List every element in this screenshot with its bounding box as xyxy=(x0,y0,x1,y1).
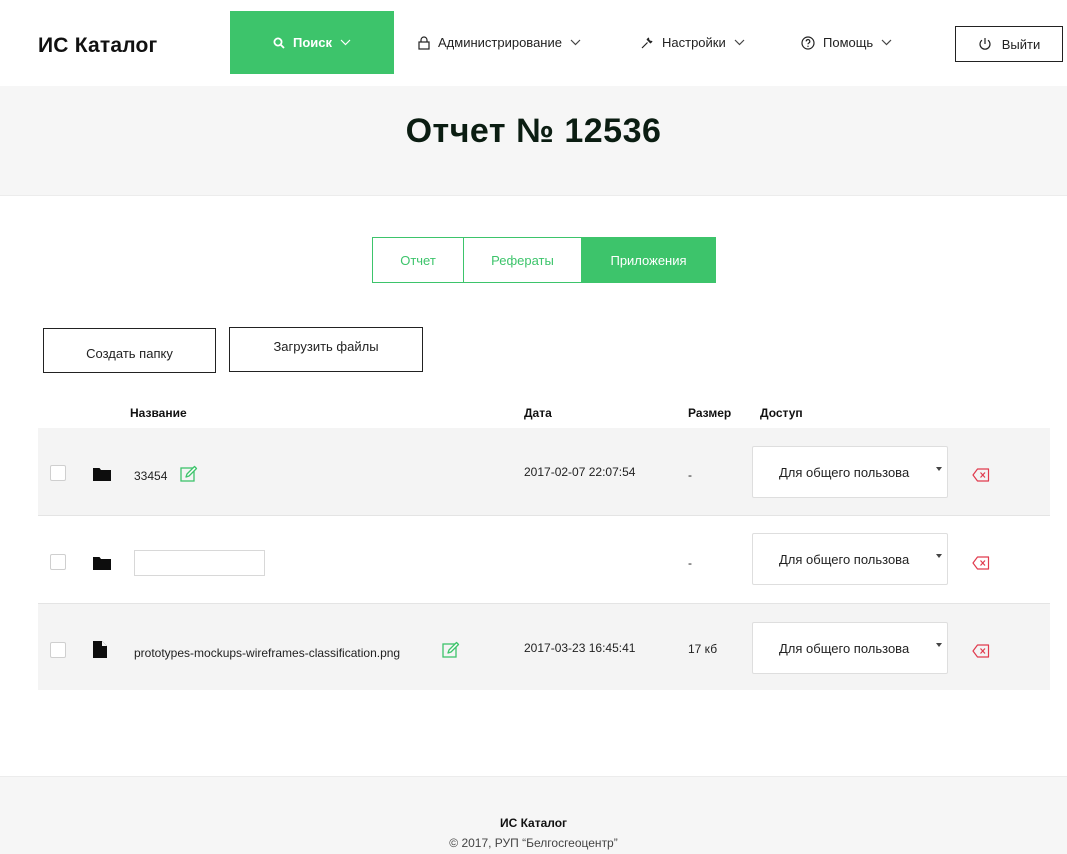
tab-attachments[interactable]: Приложения xyxy=(581,238,715,282)
edit-icon[interactable] xyxy=(180,465,198,483)
logout-label: Выйти xyxy=(1001,36,1041,52)
access-select-value: Для общего пользова xyxy=(779,552,910,567)
chevron-down-icon xyxy=(570,39,581,46)
lock-icon xyxy=(418,35,430,50)
access-select[interactable]: Для общего пользова xyxy=(752,446,948,498)
wrench-icon xyxy=(641,37,653,48)
chevron-down-icon xyxy=(734,39,745,46)
row-checkbox[interactable] xyxy=(50,465,66,481)
help-circle-icon xyxy=(801,35,815,50)
create-folder-button[interactable]: Создать папку xyxy=(43,328,216,373)
footer-copyright: © 2017, РУП “Белгосгеоцентр” xyxy=(449,836,618,850)
nav-help-label: Помощь xyxy=(823,35,874,50)
chevron-down-icon xyxy=(340,39,351,46)
power-icon xyxy=(979,38,991,50)
chevron-down-icon xyxy=(881,39,892,46)
row-size: - xyxy=(688,556,692,570)
edit-icon[interactable] xyxy=(442,641,460,659)
column-header-date[interactable]: Дата xyxy=(524,406,552,420)
report-tabs: Отчет Рефераты Приложения xyxy=(372,237,716,283)
caret-down-icon xyxy=(936,643,942,647)
tab-abstracts[interactable]: Рефераты xyxy=(463,238,581,282)
access-select[interactable]: Для общего пользова xyxy=(752,622,948,674)
access-select[interactable]: Для общего пользова xyxy=(752,533,948,585)
tab-report[interactable]: Отчет xyxy=(373,238,463,282)
caret-down-icon xyxy=(936,467,942,471)
folder-icon xyxy=(93,557,111,570)
column-header-name[interactable]: Название xyxy=(130,406,187,420)
nav-administration-menu[interactable]: Администрирование xyxy=(418,35,581,50)
delete-icon[interactable] xyxy=(972,556,990,570)
top-navigation-bar: ИС Каталог Поиск Администрирование Настр… xyxy=(0,0,1067,86)
folder-icon xyxy=(93,468,111,481)
access-select-value: Для общего пользова xyxy=(779,465,910,480)
file-icon xyxy=(93,641,107,658)
footer-brand: ИС Каталог xyxy=(499,816,568,830)
nav-search-menu[interactable]: Поиск xyxy=(230,11,394,74)
row-name: 33454 xyxy=(134,469,168,483)
brand-logo[interactable]: ИС Каталог xyxy=(38,34,157,58)
column-header-size[interactable]: Размер xyxy=(688,406,731,420)
nav-settings-label: Настройки xyxy=(662,35,726,50)
delete-icon[interactable] xyxy=(972,468,990,482)
logout-button[interactable]: Выйти xyxy=(955,26,1063,62)
page-title: Отчет № 12536 xyxy=(405,112,662,150)
nav-settings-menu[interactable]: Настройки xyxy=(640,35,745,50)
row-checkbox[interactable] xyxy=(50,554,66,570)
upload-files-button[interactable]: Загрузить файлы xyxy=(229,327,423,372)
nav-help-menu[interactable]: Помощь xyxy=(801,35,892,50)
row-size: 17 кб xyxy=(688,642,718,656)
delete-icon[interactable] xyxy=(972,644,990,658)
column-header-access[interactable]: Доступ xyxy=(760,406,803,420)
row-date: 2017-02-07 22:07:54 xyxy=(524,465,636,479)
table-row: - Для общего пользова xyxy=(38,516,1050,603)
folder-name-input[interactable] xyxy=(134,550,265,576)
row-date: 2017-03-23 16:45:41 xyxy=(524,641,636,655)
row-checkbox[interactable] xyxy=(50,642,66,658)
search-icon xyxy=(273,37,285,49)
access-select-value: Для общего пользова xyxy=(779,641,910,656)
caret-down-icon xyxy=(936,554,942,558)
nav-search-label: Поиск xyxy=(292,35,332,50)
nav-administration-label: Администрирование xyxy=(438,35,562,50)
row-name: prototypes-mockups-wireframes-classifica… xyxy=(134,646,401,660)
row-size: - xyxy=(688,468,692,482)
table-row: 33454 2017-02-07 22:07:54 - Для общего п… xyxy=(38,428,1050,515)
table-row: prototypes-mockups-wireframes-classifica… xyxy=(38,604,1050,690)
